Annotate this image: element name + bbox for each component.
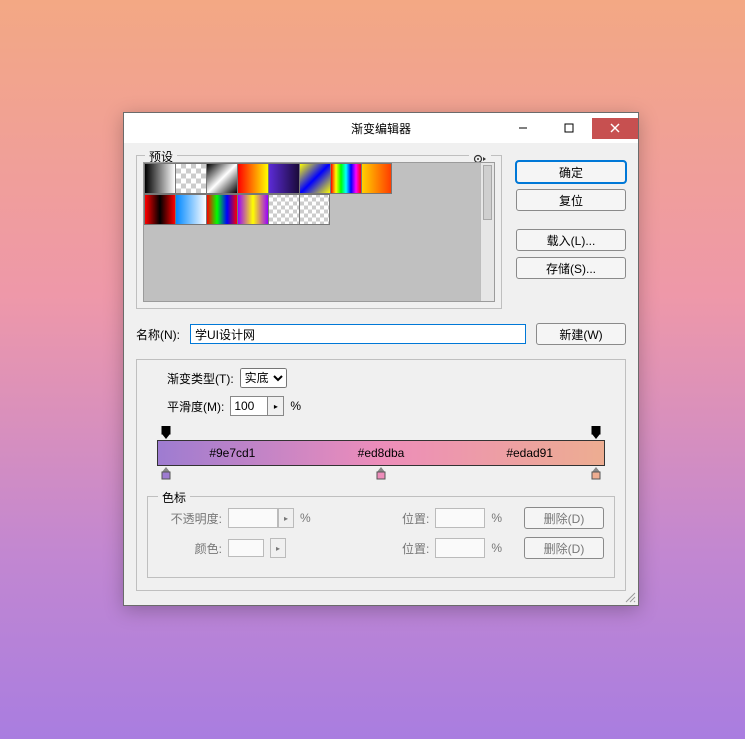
preset-swatch[interactable] xyxy=(237,194,268,225)
preset-swatch[interactable] xyxy=(175,163,206,194)
preset-swatch[interactable] xyxy=(144,194,175,225)
gradient-type-label: 渐变类型(T): xyxy=(167,370,234,387)
preset-swatch[interactable] xyxy=(175,194,206,225)
preset-swatch[interactable] xyxy=(237,163,268,194)
gradient-bar[interactable]: #9e7cd1 #ed8dba #edad91 xyxy=(157,440,605,466)
preset-swatch[interactable] xyxy=(268,163,299,194)
percent-label: % xyxy=(300,511,311,525)
percent-label: % xyxy=(491,541,502,555)
reset-button[interactable]: 复位 xyxy=(516,189,626,211)
presets-scrollbar[interactable] xyxy=(480,163,494,301)
save-button[interactable]: 存储(S)... xyxy=(516,257,626,279)
stop-color-swatch[interactable] xyxy=(228,539,264,557)
opacity-stop[interactable] xyxy=(160,426,172,440)
name-label: 名称(N): xyxy=(136,326,180,343)
preset-swatch[interactable] xyxy=(144,163,175,194)
resize-grip[interactable] xyxy=(622,589,636,603)
preset-swatch[interactable] xyxy=(299,194,330,225)
preset-swatch[interactable] xyxy=(268,194,299,225)
close-button[interactable] xyxy=(592,118,638,139)
preset-swatch[interactable] xyxy=(206,194,237,225)
load-button[interactable]: 载入(L)... xyxy=(516,229,626,251)
smoothness-stepper[interactable]: ▸ xyxy=(268,396,284,416)
color-position-input[interactable] xyxy=(435,538,485,558)
opacity-stop[interactable] xyxy=(590,426,602,440)
color-stop[interactable] xyxy=(160,466,172,480)
opacity-position-input[interactable] xyxy=(435,508,485,528)
stops-legend: 色标 xyxy=(158,489,190,506)
gradient-type-select[interactable]: 实底 xyxy=(240,368,287,388)
percent-label: % xyxy=(491,511,502,525)
color-field-label: 颜色: xyxy=(158,540,222,557)
gradient-editor-dialog: 渐变编辑器 预设 xyxy=(123,112,639,606)
color-stop-hex-label: #ed8dba xyxy=(307,446,456,460)
delete-opacity-stop-button[interactable]: 删除(D) xyxy=(524,507,604,529)
preset-swatch[interactable] xyxy=(330,163,361,194)
smoothness-label: 平滑度(M): xyxy=(167,398,224,415)
color-stop-hex-label: #edad91 xyxy=(455,446,604,460)
position-label: 位置: xyxy=(402,510,429,527)
preset-swatch[interactable] xyxy=(299,163,330,194)
color-stop[interactable] xyxy=(375,466,387,480)
preset-swatch[interactable] xyxy=(206,163,237,194)
opacity-field-label: 不透明度: xyxy=(158,510,222,527)
opacity-input[interactable] xyxy=(228,508,278,528)
smoothness-input[interactable] xyxy=(230,396,268,416)
gradient-settings-group: 渐变类型(T): 实底 平滑度(M): ▸ % xyxy=(136,359,626,591)
minimize-button[interactable] xyxy=(500,118,546,139)
preset-swatch[interactable] xyxy=(361,163,392,194)
delete-color-stop-button[interactable]: 删除(D) xyxy=(524,537,604,559)
stops-group: 色标 不透明度: ▸ % 位置: % 删除(D) 颜色: xyxy=(147,496,615,578)
opacity-stepper[interactable]: ▸ xyxy=(278,508,294,528)
presets-list[interactable] xyxy=(143,162,495,302)
new-button[interactable]: 新建(W) xyxy=(536,323,626,345)
percent-label: % xyxy=(290,399,301,413)
presets-group: 预设 xyxy=(136,155,502,309)
name-input[interactable] xyxy=(190,324,526,344)
titlebar[interactable]: 渐变编辑器 xyxy=(124,113,638,143)
color-stop-hex-label: #9e7cd1 xyxy=(158,446,307,460)
color-stop[interactable] xyxy=(590,466,602,480)
position-label: 位置: xyxy=(402,540,429,557)
maximize-button[interactable] xyxy=(546,118,592,139)
ok-button[interactable]: 确定 xyxy=(516,161,626,183)
window-title: 渐变编辑器 xyxy=(351,120,411,137)
stop-color-picker-button[interactable]: ▸ xyxy=(270,538,286,558)
